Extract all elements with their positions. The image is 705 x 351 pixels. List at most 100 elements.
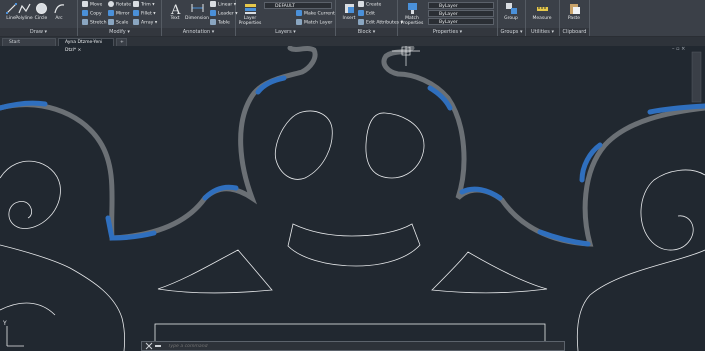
- thick-ornament-lines: [0, 46, 705, 247]
- text-button[interactable]: A Text: [164, 1, 186, 27]
- left-scroll-thin-2: [0, 302, 56, 316]
- main-contour-left: [0, 46, 318, 241]
- lineweight-value: ByLayer: [439, 20, 458, 25]
- array-icon: [133, 19, 139, 25]
- window-controls[interactable]: – ▫ ×: [672, 46, 685, 52]
- table-button[interactable]: Table: [210, 19, 230, 27]
- create-block-button[interactable]: Create: [358, 1, 381, 9]
- group-button[interactable]: Group: [500, 1, 522, 27]
- linear-icon: [210, 1, 216, 7]
- layers-panel-title: Layers ▾: [236, 28, 335, 36]
- rotate-button[interactable]: Rotate: [108, 1, 131, 9]
- move-button[interactable]: Move: [82, 1, 102, 9]
- match-layer-icon: [296, 19, 302, 25]
- arc-button[interactable]: Arc: [48, 1, 70, 27]
- polyline-icon: [17, 3, 31, 14]
- color-dropdown[interactable]: ByLayer: [428, 2, 494, 9]
- layer-dropdown[interactable]: DEFAULT: [264, 2, 332, 9]
- modify-panel-title: Modify ▾: [78, 28, 161, 36]
- linetype-dropdown[interactable]: ByLayer: [428, 10, 494, 17]
- layer-properties-button[interactable]: Layer Properties: [238, 1, 262, 27]
- paste-icon: [569, 4, 580, 14]
- measure-label: Measure: [532, 16, 552, 21]
- create-block-label: Create: [366, 2, 382, 8]
- utilities-panel: Measure Utilities ▾: [526, 0, 560, 36]
- rotate-label: Rotate: [116, 2, 132, 8]
- edit-block-icon: [358, 10, 364, 16]
- group-icon: [505, 3, 517, 14]
- scale-button[interactable]: Scale: [108, 19, 128, 27]
- blue-seg-2: [105, 215, 157, 241]
- measure-icon: [536, 7, 548, 11]
- command-input[interactable]: [168, 342, 558, 350]
- move-label: Move: [90, 2, 103, 8]
- fillet-label: Fillet ▾: [141, 11, 156, 17]
- groups-panel: Group Groups ▾: [498, 0, 526, 36]
- stretch-button[interactable]: Stretch: [82, 19, 107, 27]
- match-properties-label: Match Properties: [400, 16, 424, 26]
- match-layer-button[interactable]: Match Layer: [296, 19, 332, 27]
- trim-button[interactable]: Trim ▾: [133, 1, 155, 9]
- current-layer-value: DEFAULT: [275, 4, 295, 9]
- table-icon: [210, 19, 216, 25]
- paste-button[interactable]: Paste: [563, 1, 585, 27]
- insert-button[interactable]: Insert: [338, 1, 360, 27]
- insert-label: Insert: [342, 16, 356, 21]
- color-value: ByLayer: [439, 4, 458, 9]
- linear-button[interactable]: Linear ▾: [210, 1, 236, 9]
- paste-label: Paste: [567, 16, 581, 21]
- match-properties-button[interactable]: Match Properties: [400, 1, 424, 27]
- lineweight-dropdown[interactable]: ByLayer: [428, 18, 494, 25]
- edit-block-button[interactable]: Edit: [358, 10, 375, 18]
- wrench-icon[interactable]: [154, 342, 162, 350]
- dimension-icon: [191, 4, 203, 12]
- array-label: Array ▾: [141, 20, 158, 26]
- new-tab-button[interactable]: +: [116, 38, 127, 46]
- annotation-panel-title: Annotation ▾: [162, 28, 235, 36]
- close-icon[interactable]: [145, 342, 153, 350]
- leader-icon: [210, 10, 216, 16]
- make-current-button[interactable]: Make Current: [296, 10, 335, 18]
- match-properties-icon: [407, 3, 417, 14]
- crosshair-cursor: [392, 46, 420, 66]
- right-scroll-thin: [576, 169, 705, 351]
- ribbon: Line Polyline Circle Arc Draw ▾ Move Cop…: [0, 0, 705, 37]
- block-panel-title: Block ▾: [336, 28, 397, 36]
- draw-panel: Line Polyline Circle Arc Draw ▾: [0, 0, 78, 36]
- mirror-icon: [108, 10, 114, 16]
- array-button[interactable]: Array ▾: [133, 19, 157, 27]
- tab-start-label: Start: [9, 40, 20, 45]
- scale-label: Scale: [116, 20, 129, 26]
- navigation-bar[interactable]: [691, 51, 702, 103]
- tab-drawing[interactable]: Ayna Dtzme-Yeni Dtzl* ×: [58, 38, 114, 53]
- new-tab-label: +: [120, 40, 124, 45]
- trim-label: Trim ▾: [141, 2, 155, 8]
- edit-attributes-button[interactable]: Edit Attributes ▾: [358, 19, 403, 27]
- leader-button[interactable]: Leader ▾: [210, 10, 238, 18]
- fillet-button[interactable]: Fillet ▾: [133, 10, 156, 18]
- tab-start[interactable]: Start: [2, 38, 56, 46]
- drawing-canvas[interactable]: Y: [0, 46, 705, 351]
- move-icon: [82, 1, 88, 7]
- right-lobe: [365, 112, 425, 179]
- match-layer-label: Match Layer: [304, 20, 333, 26]
- dimension-button[interactable]: Dimension: [185, 1, 209, 27]
- text-label: Text: [170, 16, 180, 21]
- command-line[interactable]: [141, 341, 565, 351]
- mirror-button[interactable]: Mirror: [108, 10, 130, 18]
- file-tab-bar: Start Ayna Dtzme-Yeni Dtzl* × +: [0, 37, 705, 53]
- annotation-panel: A Text Dimension Linear ▾ Leader ▾ Table…: [162, 0, 238, 36]
- draw-panel-title: Draw ▾: [0, 28, 77, 36]
- rotate-icon: [108, 1, 114, 7]
- copy-button[interactable]: Copy: [82, 10, 102, 18]
- mirror-label: Mirror: [116, 11, 130, 17]
- measure-button[interactable]: Measure: [531, 1, 553, 27]
- stretch-label: Stretch: [90, 20, 107, 26]
- clipboard-panel: Paste Clipboard: [560, 0, 590, 36]
- properties-panel: Match Properties ByLayer ByLayer ByLayer…: [398, 0, 498, 36]
- stretch-icon: [82, 19, 88, 25]
- circle-label: Circle: [34, 16, 48, 21]
- modify-panel: Move Copy Stretch Rotate Mirror Scale Tr…: [78, 0, 162, 36]
- utilities-panel-title: Utilities ▾: [526, 28, 559, 36]
- layers-panel: Layer Properties DEFAULT Make Current Ma…: [236, 0, 336, 36]
